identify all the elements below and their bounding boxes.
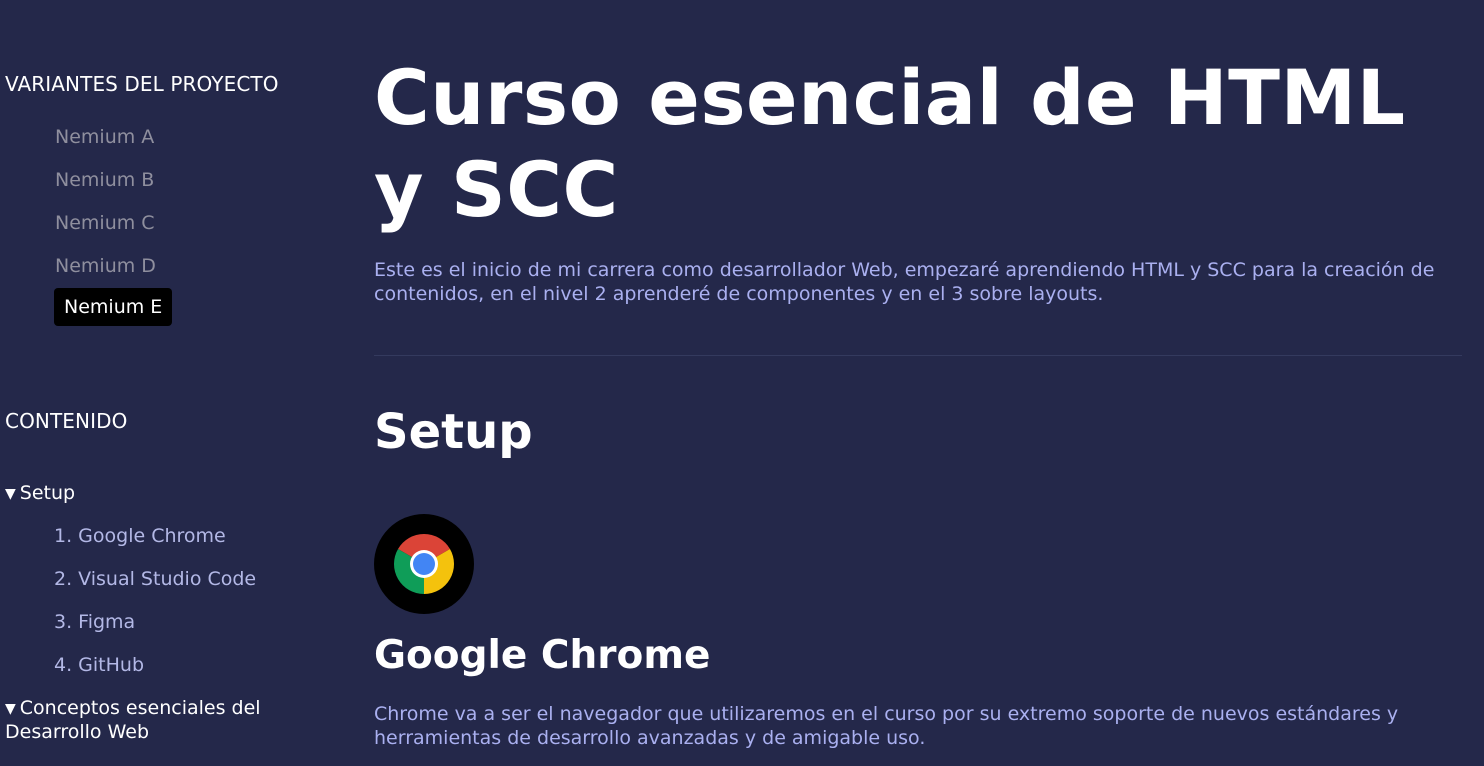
tool-title-google-chrome: Google Chrome (374, 633, 711, 678)
main-content: Curso esencial de HTML y SCC Este es el … (374, 0, 1462, 766)
page-title: Curso esencial de HTML y SCC (374, 53, 1406, 234)
caret-down-icon: ▼ (5, 701, 16, 717)
page: VARIANTES DEL PROYECTO Nemium A Nemium B… (0, 0, 1484, 766)
tool-description: Chrome va a ser el navegador que utiliza… (374, 703, 1399, 749)
toc-group-label: Conceptos esenciales del Desarrollo Web (5, 697, 261, 743)
toc-item-google-chrome[interactable]: 1. Google Chrome (54, 525, 226, 547)
toc-group-label: Setup (19, 482, 76, 504)
chrome-logo-icon (374, 514, 474, 614)
toc-item-github[interactable]: 4. GitHub (54, 654, 144, 676)
intro-text: Este es el inicio de mi carrera como des… (374, 259, 1435, 305)
variant-link-nemium-a[interactable]: Nemium A (55, 126, 154, 148)
toc-item-visual-studio-code[interactable]: 2. Visual Studio Code (54, 568, 256, 590)
variants-heading: VARIANTES DEL PROYECTO (5, 72, 279, 96)
sidebar: VARIANTES DEL PROYECTO Nemium A Nemium B… (0, 0, 340, 766)
caret-down-icon: ▼ (5, 486, 16, 502)
content-heading: CONTENIDO (5, 409, 128, 433)
variant-link-nemium-b[interactable]: Nemium B (55, 169, 154, 191)
section-title-setup: Setup (374, 404, 533, 460)
toc-item-figma[interactable]: 3. Figma (54, 611, 135, 633)
toc-group-conceptos[interactable]: ▼ Conceptos esenciales del Desarrollo Web (5, 697, 305, 744)
variant-link-nemium-e-active[interactable]: Nemium E (54, 288, 173, 326)
divider (374, 355, 1462, 356)
variant-link-nemium-d[interactable]: Nemium D (55, 255, 156, 277)
variant-link-nemium-c[interactable]: Nemium C (55, 212, 155, 234)
toc-group-setup[interactable]: ▼ Setup (5, 482, 305, 506)
